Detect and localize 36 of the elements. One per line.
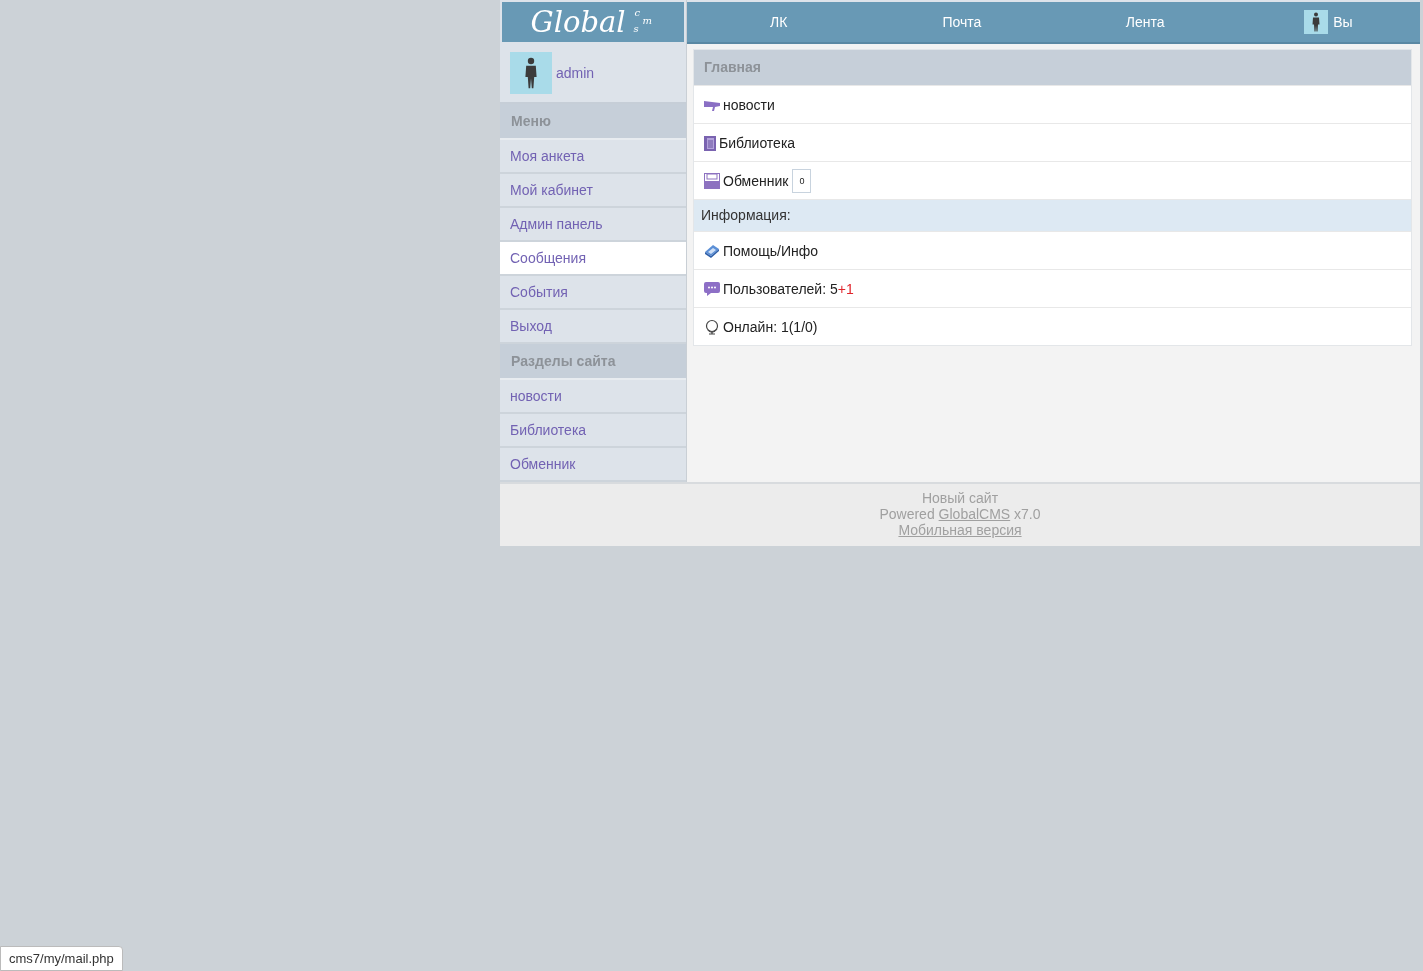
site-logo[interactable]: Global c m s bbox=[500, 0, 686, 44]
sidebar-item[interactable]: Библиотека bbox=[500, 414, 686, 448]
book-icon bbox=[704, 243, 720, 258]
username-link[interactable]: admin bbox=[556, 65, 595, 81]
mobile-version-link[interactable]: Мобильная версия bbox=[898, 522, 1022, 538]
menu-link[interactable]: новости bbox=[723, 96, 775, 113]
sidebar-item[interactable]: Мой кабинет bbox=[500, 174, 686, 208]
nav-link[interactable]: Лента bbox=[1053, 14, 1237, 30]
menu-link[interactable]: Пользователей: 5+1 bbox=[723, 280, 854, 297]
powered-by-text: Powered GlobalCMS x7.0 bbox=[878, 506, 1042, 522]
status-bar-url: cms7/my/mail.php bbox=[0, 946, 123, 971]
online-count: Онлайн: 1(1/0) bbox=[723, 318, 818, 335]
person-silhouette-icon bbox=[523, 56, 539, 90]
panel-heading: Главная bbox=[694, 50, 1411, 85]
nav-link[interactable]: Вы bbox=[1236, 10, 1420, 34]
chat-bubble-icon bbox=[704, 280, 720, 297]
menu-link[interactable]: Помощь/Инфо bbox=[723, 242, 819, 259]
cms-link[interactable]: GlobalCMS bbox=[938, 506, 1011, 522]
sidebar-heading: Разделы сайта bbox=[500, 344, 686, 380]
sidebar-heading: Меню bbox=[500, 104, 686, 140]
document-icon bbox=[704, 134, 716, 151]
sidebar-item[interactable]: Моя анкета bbox=[500, 140, 686, 174]
globe-icon bbox=[704, 318, 720, 335]
menu-link[interactable]: Обменник bbox=[723, 172, 789, 189]
avatar[interactable] bbox=[510, 52, 552, 94]
count-badge: 0 bbox=[792, 168, 812, 193]
info-heading: Информация: bbox=[694, 199, 1411, 231]
sidebar-item[interactable]: новости bbox=[500, 380, 686, 414]
nav-link[interactable]: Почта bbox=[870, 14, 1054, 30]
sidebar-item[interactable]: Сообщения bbox=[500, 242, 686, 276]
person-silhouette-icon bbox=[1311, 12, 1322, 32]
site-name: Новый сайт bbox=[920, 490, 1000, 506]
menu-link[interactable]: Библиотека bbox=[719, 134, 796, 151]
nav-link[interactable]: ЛК bbox=[687, 14, 871, 30]
megaphone-icon bbox=[704, 98, 720, 111]
sidebar-item[interactable]: События bbox=[500, 276, 686, 310]
